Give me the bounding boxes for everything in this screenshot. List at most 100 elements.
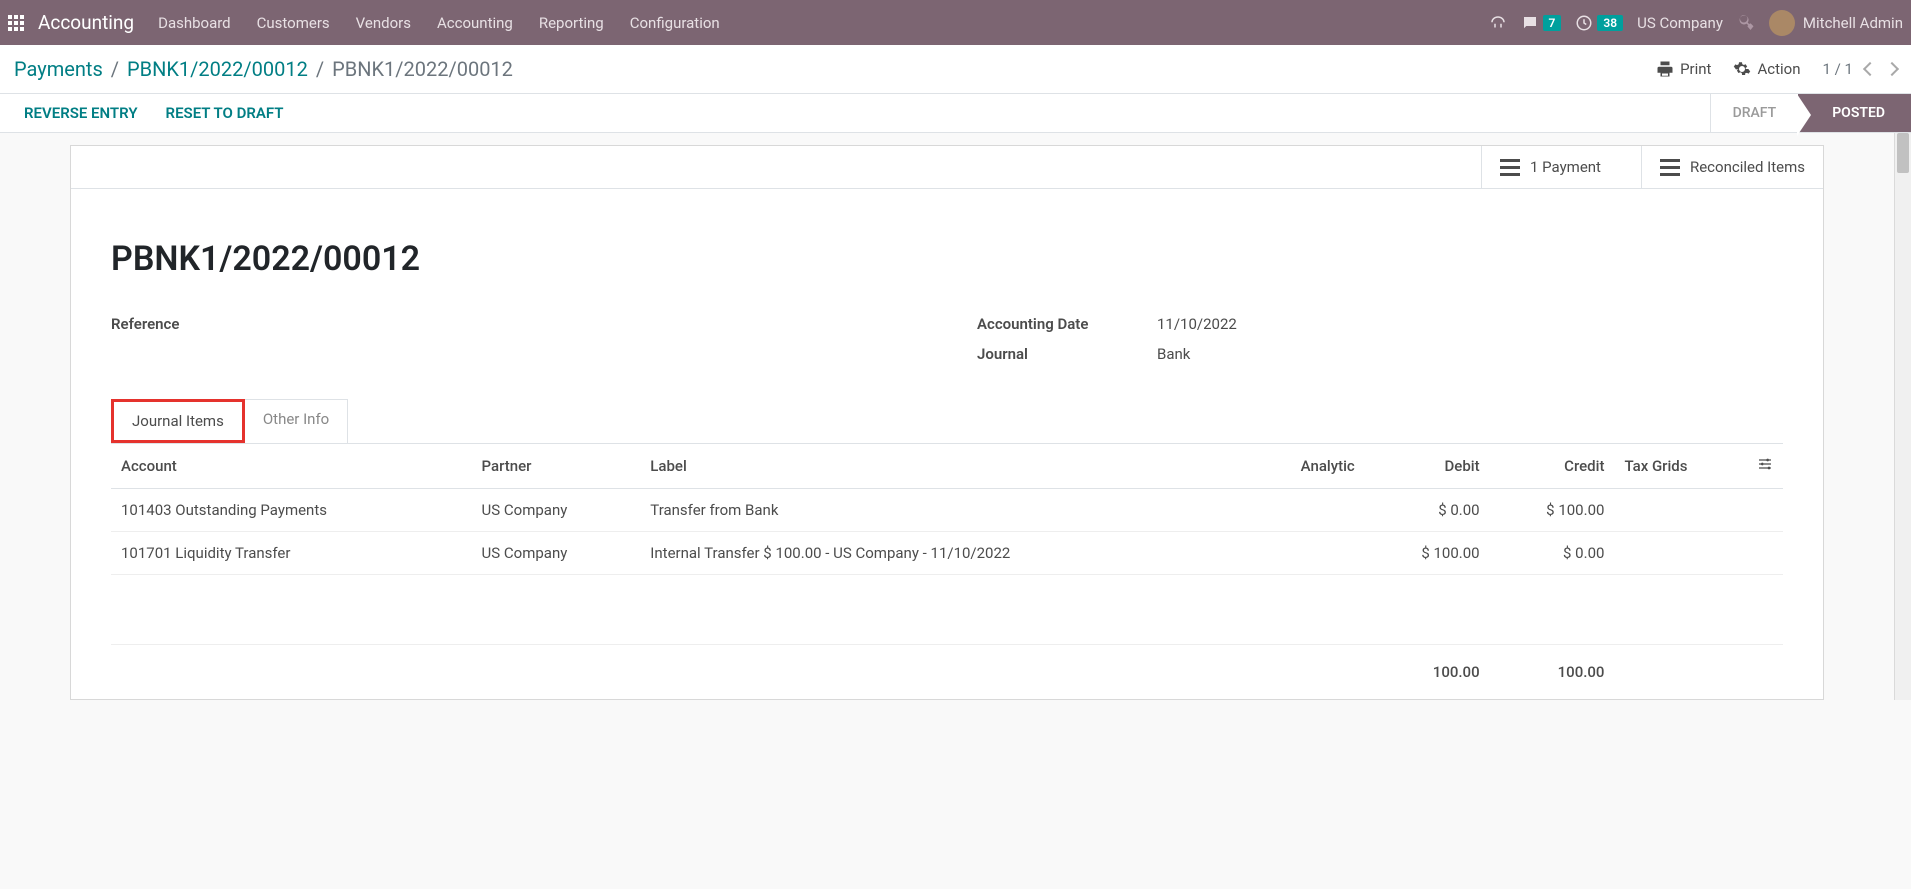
pager: 1 / 1 [1823,60,1898,78]
table-header-row: Account Partner Label Analytic Debit Cre… [111,444,1783,489]
print-label: Print [1680,60,1711,78]
accounting-date-value[interactable]: 11/10/2022 [1157,315,1237,333]
status-bar: DRAFT POSTED [1710,94,1911,132]
scrollbar-thumb[interactable] [1897,133,1909,173]
col-credit[interactable]: Credit [1490,444,1615,489]
cell-account: 101701 Liquidity Transfer [111,532,472,575]
messages-icon[interactable]: 7 [1521,14,1562,32]
reconciled-stat-button[interactable]: Reconciled Items [1641,146,1823,188]
reverse-entry-button[interactable]: REVERSE ENTRY [24,104,138,122]
total-credit: 100.00 [1490,645,1615,700]
action-button[interactable]: Action [1733,60,1800,78]
reset-to-draft-button[interactable]: RESET TO DRAFT [166,104,284,122]
table-footer-row: 100.00 100.00 [111,645,1783,700]
form-sheet: 1 Payment Reconciled Items PBNK1/2022/00… [70,145,1824,700]
reconciled-stat-label: Reconciled Items [1690,158,1805,176]
list-icon [1660,159,1680,176]
col-label[interactable]: Label [640,444,1246,489]
pager-text: 1 / 1 [1823,60,1854,78]
nav-right: 7 38 US Company Mitchell Admin [1489,10,1903,36]
breadcrumb: Payments / PBNK1/2022/00012 / PBNK1/2022… [14,57,513,81]
voip-icon[interactable] [1489,14,1507,32]
table-row[interactable]: 101403 Outstanding Payments US Company T… [111,489,1783,532]
top-navbar: Accounting Dashboard Customers Vendors A… [0,0,1911,45]
page-title: PBNK1/2022/00012 [111,239,1783,279]
tabs: Journal Items Other Info [111,399,1783,443]
cell-account: 101403 Outstanding Payments [111,489,472,532]
nav-accounting[interactable]: Accounting [437,14,513,32]
form-body: PBNK1/2022/00012 Reference Accounting Da… [71,189,1823,699]
col-partner[interactable]: Partner [472,444,641,489]
cell-debit: $ 0.00 [1365,489,1490,532]
pager-next-icon[interactable] [1885,62,1899,76]
total-debit: 100.00 [1365,645,1490,700]
accounting-date-field: Accounting Date 11/10/2022 [977,315,1783,333]
fields-col-right: Accounting Date 11/10/2022 Journal Bank [977,315,1783,375]
debug-icon[interactable] [1737,12,1755,34]
button-box: 1 Payment Reconciled Items [71,146,1823,189]
action-label: Action [1757,60,1800,78]
breadcrumb-root[interactable]: Payments [14,57,103,81]
username: Mitchell Admin [1803,14,1903,32]
nav-menu: Dashboard Customers Vendors Accounting R… [158,14,1488,32]
app-brand[interactable]: Accounting [38,11,134,34]
activities-badge: 38 [1597,15,1623,31]
tab-journal-items[interactable]: Journal Items [111,399,245,443]
user-menu[interactable]: Mitchell Admin [1769,10,1903,36]
cell-credit: $ 100.00 [1490,489,1615,532]
options-icon [1757,456,1773,472]
activities-icon[interactable]: 38 [1575,14,1623,32]
table-row[interactable]: 101701 Liquidity Transfer US Company Int… [111,532,1783,575]
accounting-date-label: Accounting Date [977,315,1157,333]
gear-icon [1733,60,1751,78]
action-bar: REVERSE ENTRY RESET TO DRAFT DRAFT POSTE… [0,94,1911,133]
col-analytic[interactable]: Analytic [1247,444,1365,489]
cell-tax-grids [1614,532,1747,575]
journal-label: Journal [977,345,1157,363]
cell-analytic [1247,532,1365,575]
status-posted[interactable]: POSTED [1798,94,1911,132]
cell-label: Transfer from Bank [640,489,1246,532]
col-options[interactable] [1747,444,1783,489]
reference-label: Reference [111,315,291,333]
breadcrumb-sep: / [316,57,324,81]
apps-icon[interactable] [8,15,24,31]
payment-stat-label: 1 Payment [1530,158,1601,176]
cell-analytic [1247,489,1365,532]
action-buttons: REVERSE ENTRY RESET TO DRAFT [0,94,308,132]
pager-prev-icon[interactable] [1863,62,1877,76]
reference-field: Reference [111,315,917,333]
nav-vendors[interactable]: Vendors [356,14,411,32]
journal-items-table: Account Partner Label Analytic Debit Cre… [111,443,1783,699]
avatar [1769,10,1795,36]
cell-debit: $ 100.00 [1365,532,1490,575]
journal-value[interactable]: Bank [1157,345,1190,363]
nav-reporting[interactable]: Reporting [539,14,604,32]
journal-field: Journal Bank [977,345,1783,363]
payment-stat-button[interactable]: 1 Payment [1481,146,1641,188]
journal-table-wrap: Account Partner Label Analytic Debit Cre… [71,443,1823,699]
cell-partner: US Company [472,532,641,575]
content-wrap: 1 Payment Reconciled Items PBNK1/2022/00… [0,133,1911,700]
fields-col-left: Reference [111,315,917,375]
company-selector[interactable]: US Company [1637,14,1723,32]
cell-partner: US Company [472,489,641,532]
table-spacer [111,575,1783,645]
col-tax-grids[interactable]: Tax Grids [1614,444,1747,489]
nav-dashboard[interactable]: Dashboard [158,14,231,32]
breadcrumb-mid[interactable]: PBNK1/2022/00012 [127,57,308,81]
content-main: 1 Payment Reconciled Items PBNK1/2022/00… [0,133,1894,700]
nav-configuration[interactable]: Configuration [630,14,720,32]
scrollbar[interactable] [1894,133,1911,700]
messages-badge: 7 [1543,15,1562,31]
tab-other-info[interactable]: Other Info [245,399,348,443]
status-draft[interactable]: DRAFT [1710,94,1799,132]
col-account[interactable]: Account [111,444,472,489]
print-button[interactable]: Print [1656,60,1711,78]
breadcrumb-actions: Print Action 1 / 1 [1656,60,1897,78]
cell-credit: $ 0.00 [1490,532,1615,575]
col-debit[interactable]: Debit [1365,444,1490,489]
breadcrumb-leaf: PBNK1/2022/00012 [332,57,513,81]
nav-customers[interactable]: Customers [257,14,330,32]
breadcrumb-sep: / [111,57,119,81]
